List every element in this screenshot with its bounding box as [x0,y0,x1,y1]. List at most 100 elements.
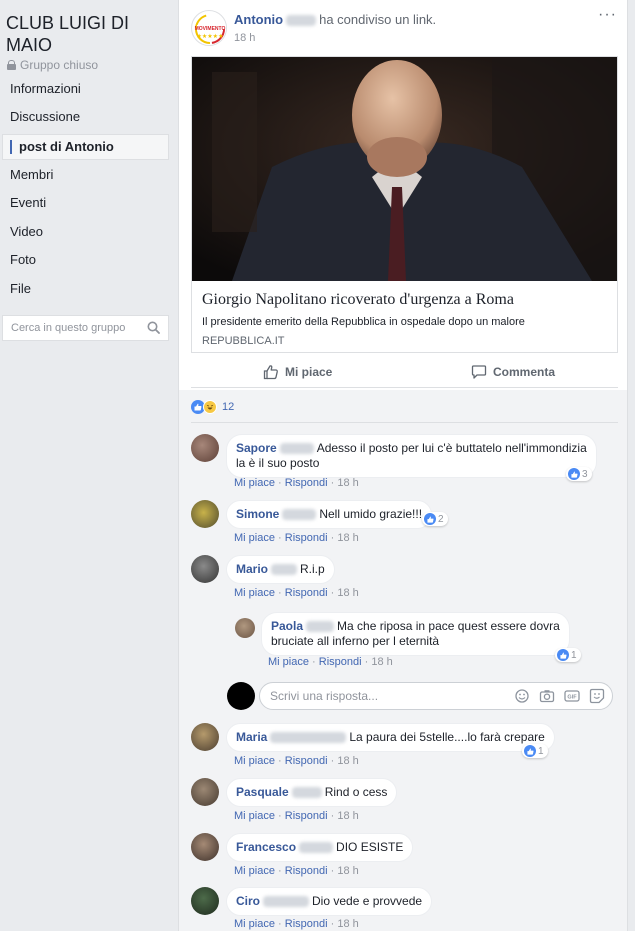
gif-icon[interactable]: GIF [564,688,580,704]
comment-time[interactable]: 18 h [337,532,358,544]
group-sidebar: CLUB LUIGI DI MAIO Gruppo chiuso Informa… [0,0,178,931]
commenter-name[interactable]: Paola [271,619,303,633]
comment-actions: Mi piace · Rispondi · 18 h [234,532,359,544]
shared-link-card[interactable]: Giorgio Napolitano ricoverato d'urgenza … [191,56,618,353]
like-reaction-icon [524,745,536,757]
reply-input-container[interactable]: GIF [259,682,613,710]
author-action: ha condiviso un link. [319,12,437,27]
comment-actions: Mi piace · Rispondi · 18 h [234,810,359,822]
comment-text-line-1: R.i.p [300,562,325,576]
comment-like-link[interactable]: Mi piace [234,810,275,822]
comment-like-link[interactable]: Mi piace [234,755,275,767]
commenter-name[interactable]: Francesco [236,840,296,854]
commenter-name[interactable]: Sapore [236,441,277,455]
comment-time[interactable]: 18 h [337,587,358,599]
commenter-avatar[interactable] [191,500,219,528]
author-avatar[interactable]: MOVIMENTO ★★★★★ [191,10,227,46]
search-icon[interactable] [147,321,160,334]
comment-reply-link[interactable]: Rispondi [319,656,362,668]
commenter-name[interactable]: Mario [236,562,268,576]
reply-input[interactable] [270,689,500,703]
comment-item: Simone Nell umido grazie!!! 2 Mi piace · … [191,500,618,548]
nav-item-membri[interactable]: Membri [2,162,169,188]
comment-text-line-1: DIO ESISTE [336,840,404,854]
replier-avatar[interactable] [235,618,255,638]
link-title[interactable]: Giorgio Napolitano ricoverato d'urgenza … [202,291,514,309]
redacted-surname [282,509,317,521]
link-preview-image[interactable] [192,57,617,281]
commenter-avatar[interactable] [191,434,219,462]
comment-time[interactable]: 18 h [337,918,358,930]
commenter-name[interactable]: Maria [236,730,267,744]
redacted-surname [270,732,347,744]
redacted-surname [271,564,298,576]
comment-reply-link[interactable]: Rispondi [285,587,328,599]
reaction-summary[interactable]: 12 [191,400,234,414]
post-card: MOVIMENTO ★★★★★ Antonio ha condiviso un l… [178,0,628,931]
comment-time[interactable]: 18 h [337,865,358,877]
more-options-icon[interactable]: ··· [598,7,617,23]
commenter-avatar[interactable] [191,723,219,751]
comment-like-link[interactable]: Mi piace [234,477,275,489]
comment-reply-link[interactable]: Rispondi [285,755,328,767]
comment-button-label: Commenta [493,365,556,379]
camera-icon[interactable] [539,688,555,704]
comment-like-link[interactable]: Mi piace [234,918,275,930]
post-timestamp[interactable]: 18 h [234,32,255,44]
commenter-name[interactable]: Pasquale [236,785,289,799]
nav-item-video[interactable]: Video [2,219,169,245]
commenter-name[interactable]: Simone [236,507,279,521]
nav-item-eventi[interactable]: Eventi [2,190,169,216]
commenter-avatar[interactable] [191,555,219,583]
comment-item: Sapore Adesso il posto per lui c'è buttat… [191,434,618,492]
like-button[interactable]: Mi piace [263,356,332,388]
comment-actions: Mi piace · Rispondi · 18 h [234,865,359,877]
comment-item: Maria La paura dei 5stelle....lo farà cre… [191,723,618,771]
commenter-name[interactable]: Ciro [236,894,260,908]
nav-item-foto[interactable]: Foto [2,247,169,273]
comment-actions: Mi piace · Rispondi · 18 h [234,755,359,767]
comment-like-link[interactable]: Mi piace [234,587,275,599]
comment-time[interactable]: 18 h [371,656,392,668]
comment-reply-link[interactable]: Rispondi [285,477,328,489]
commenter-avatar[interactable] [191,833,219,861]
commenter-avatar[interactable] [191,887,219,915]
group-title[interactable]: CLUB LUIGI DI MAIO [6,12,174,56]
comment-bubble: Simone Nell umido grazie!!! [226,500,433,529]
comment-like-count: 2 [438,513,444,525]
sticker-icon[interactable] [589,688,605,704]
comment-time[interactable]: 18 h [337,755,358,767]
avatar-logo-text: MOVIMENTO [195,26,226,32]
comment-text-line-1: Rind o cess [324,785,388,799]
comment-reply-link[interactable]: Rispondi [285,810,328,822]
like-reaction-icon [568,468,580,480]
redacted-surname [299,842,334,854]
comment-like-count: 3 [582,468,588,480]
comment-like-link[interactable]: Mi piace [234,865,275,877]
comment-reply-link[interactable]: Rispondi [285,918,328,930]
comment-button[interactable]: Commenta [471,356,555,388]
comment-time[interactable]: 18 h [337,810,358,822]
comment-like-link[interactable]: Mi piace [268,656,309,668]
commenter-avatar[interactable] [191,778,219,806]
comment-item: Pasquale Rind o cess Mi piace · Rispondi … [191,778,618,826]
group-privacy-status: Gruppo chiuso [7,58,98,72]
comment-bubble: Ciro Dio vede e provvede [226,887,433,916]
comment-reaction-badge[interactable]: 1 [555,648,581,662]
comment-bubble: Sapore Adesso il posto per lui c'è buttat… [226,434,597,478]
comment-reaction-badge[interactable]: 3 [566,467,592,481]
nav-item-informazioni[interactable]: Informazioni [2,76,169,102]
author-name[interactable]: Antonio [234,12,283,27]
nav-item-discussione[interactable]: Discussione [2,104,169,130]
comment-like-link[interactable]: Mi piace [234,532,275,544]
group-search-input[interactable] [11,322,141,334]
comment-reaction-badge[interactable]: 1 [522,744,548,758]
comment-reply-link[interactable]: Rispondi [285,532,328,544]
comment-reply-link[interactable]: Rispondi [285,865,328,877]
nav-item-file[interactable]: File [2,276,169,302]
haha-reaction-icon [203,400,217,414]
nav-item-post-di-antonio[interactable]: post di Antonio [2,134,169,160]
comment-time[interactable]: 18 h [337,477,358,489]
emoji-icon[interactable] [514,688,530,704]
comment-reaction-badge[interactable]: 2 [422,512,448,526]
